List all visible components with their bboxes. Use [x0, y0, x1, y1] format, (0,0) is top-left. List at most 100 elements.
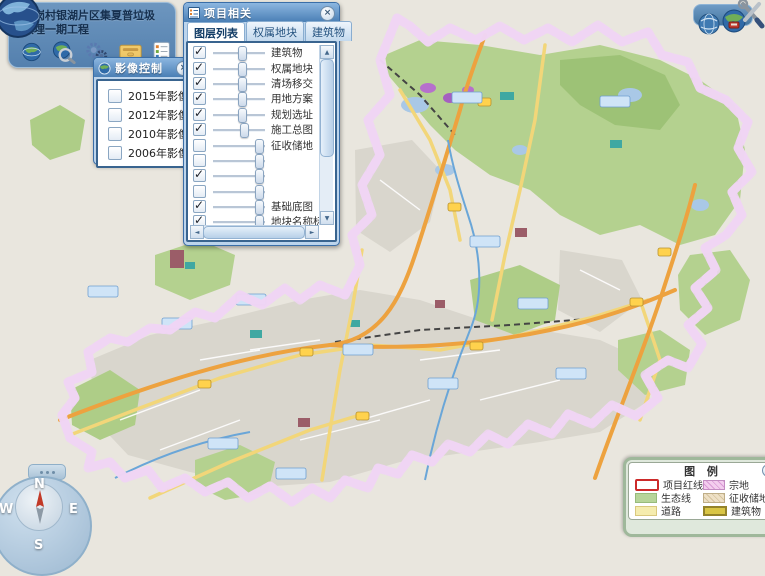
layer-label: 建筑物 [271, 45, 303, 60]
layer-checkbox[interactable] [193, 123, 206, 136]
imagery-control-panel: 影像控制 × 2015年影像 2012年影像 2010年影像 2006年影像 [93, 57, 196, 165]
globe-icon[interactable] [697, 12, 721, 36]
expropriation-swatch [703, 493, 725, 503]
layer-checkbox[interactable] [193, 108, 206, 121]
imagery-option-label: 2012年影像 [128, 107, 189, 123]
compass-navigator[interactable]: N W E S [0, 460, 102, 520]
project-title-line2: 填埋一期工程 [23, 23, 175, 37]
layer-label: 施工总图 [271, 122, 313, 137]
layer-opacity-slider[interactable] [213, 200, 265, 213]
scroll-right-icon[interactable]: ► [305, 225, 319, 239]
imagery-option-row: 2012年影像 [108, 105, 191, 124]
tab-layer-list[interactable]: 图层列表 [187, 22, 245, 42]
horizontal-scroll-thumb[interactable] [203, 226, 305, 239]
layer-list-body: 建筑物 权属地块 清场移交 用地方案 规划选址 [186, 41, 337, 242]
imagery-option-row: 2015年影像 [108, 86, 191, 105]
legend-items: 项目红线 宗地 生态线 征收储地 道路 建筑物 [635, 478, 765, 517]
layer-checkbox[interactable] [193, 77, 206, 90]
building-swatch [703, 506, 727, 516]
parcel-swatch [703, 480, 725, 490]
imagery-checkbox-2010[interactable] [108, 127, 122, 141]
imagery-panel-body: 2015年影像 2012年影像 2010年影像 2006年影像 [96, 79, 193, 168]
legend-panel: 图 例 × 项目红线 宗地 生态线 征收储地 道路 [623, 457, 765, 537]
eco-line-swatch [635, 493, 657, 503]
layer-label: 用地方案 [271, 91, 313, 106]
close-icon[interactable]: × [320, 6, 335, 21]
imagery-option-label: 2015年影像 [128, 88, 189, 104]
layer-checkbox[interactable] [193, 62, 206, 75]
layer-row: 清场移交 [190, 76, 319, 91]
layer-opacity-slider[interactable] [213, 62, 265, 75]
legend-item: 道路 [635, 504, 701, 517]
globe-icon[interactable] [21, 41, 42, 63]
tab-buildings[interactable]: 建筑物 [305, 21, 352, 41]
layer-checkbox[interactable] [193, 46, 206, 59]
scroll-up-icon[interactable]: ▲ [320, 45, 334, 59]
imagery-checkbox-2012[interactable] [108, 108, 122, 122]
scroll-down-icon[interactable]: ▼ [320, 211, 334, 225]
imagery-option-row: 2010年影像 [108, 124, 191, 143]
compass-needle-icon [33, 490, 47, 524]
layer-checkbox[interactable] [193, 154, 206, 167]
layer-label: 规划选址 [271, 107, 313, 122]
layer-row [190, 153, 319, 168]
imagery-panel-titlebar[interactable]: 影像控制 × [94, 58, 195, 77]
layer-checkbox[interactable] [193, 169, 206, 182]
layer-row: 用地方案 [190, 91, 319, 106]
layer-row: 施工总图 [190, 122, 319, 137]
imagery-option-row: 2006年影像 [108, 143, 191, 162]
layer-list: 建筑物 权属地块 清场移交 用地方案 规划选址 [190, 45, 319, 225]
layer-row [190, 184, 319, 199]
vertical-scroll-thumb[interactable] [320, 59, 334, 157]
legend-label: 建筑物 [731, 503, 761, 518]
project-panel-tabs: 图层列表 权属地块 建筑物 [184, 22, 339, 41]
globe-icon [98, 62, 111, 75]
layer-label: 权属地块 [271, 61, 313, 76]
layer-opacity-slider[interactable] [213, 46, 265, 59]
project-related-panel: 项目相关 × 图层列表 权属地块 建筑物 建筑物 权属地块 清场移交 [183, 2, 340, 246]
layer-opacity-slider[interactable] [213, 154, 265, 167]
project-title-line1: 泥岗村银湖片区集夏普垃圾 [23, 9, 175, 23]
layer-checkbox[interactable] [193, 92, 206, 105]
project-panel-titlebar[interactable]: 项目相关 × [184, 3, 339, 22]
layer-opacity-slider[interactable] [213, 123, 265, 136]
layer-label: 地块名称标注 [271, 214, 319, 225]
scroll-left-icon[interactable]: ◄ [190, 225, 204, 239]
layer-opacity-slider[interactable] [213, 77, 265, 90]
layer-row: 权属地块 [190, 60, 319, 75]
legend-body: 图 例 × 项目红线 宗地 生态线 征收储地 道路 [628, 462, 765, 520]
layer-opacity-slider[interactable] [213, 215, 265, 225]
layer-checkbox[interactable] [193, 215, 206, 225]
layer-opacity-slider[interactable] [213, 92, 265, 105]
layer-opacity-slider[interactable] [213, 108, 265, 121]
layer-checkbox[interactable] [193, 200, 206, 213]
layer-opacity-slider[interactable] [213, 139, 265, 152]
search-globe-icon[interactable] [51, 40, 76, 64]
layer-row: 建筑物 [190, 45, 319, 60]
imagery-checkbox-2015[interactable] [108, 89, 122, 103]
imagery-option-label: 2006年影像 [128, 145, 189, 161]
project-redline-swatch [635, 479, 659, 491]
layer-label: 基础底图 [271, 199, 313, 214]
layer-opacity-slider[interactable] [213, 169, 265, 182]
vertical-scrollbar[interactable]: ▲ ▼ [319, 45, 333, 225]
layer-checkbox[interactable] [193, 185, 206, 198]
compass-east-label[interactable]: E [69, 502, 78, 517]
compass-south-label[interactable]: S [34, 538, 43, 553]
layer-opacity-slider[interactable] [213, 185, 265, 198]
tab-ownership-parcels[interactable]: 权属地块 [246, 21, 304, 41]
tools-icon[interactable] [737, 0, 765, 30]
layer-label: 征收储地 [271, 138, 313, 153]
horizontal-scrollbar[interactable]: ◄ ► [190, 225, 319, 238]
layer-checkbox[interactable] [193, 139, 206, 152]
project-panel-title: 项目相关 [204, 5, 316, 21]
layer-row: 地块名称标注 [190, 214, 319, 225]
road-swatch [635, 506, 657, 516]
layer-row: 征收储地 [190, 137, 319, 152]
imagery-panel-title: 影像控制 [115, 60, 172, 76]
imagery-option-label: 2010年影像 [128, 126, 189, 142]
world-globe-icon[interactable] [0, 0, 42, 40]
layer-row [190, 168, 319, 183]
compass-west-label[interactable]: W [0, 502, 13, 517]
imagery-checkbox-2006[interactable] [108, 146, 122, 160]
